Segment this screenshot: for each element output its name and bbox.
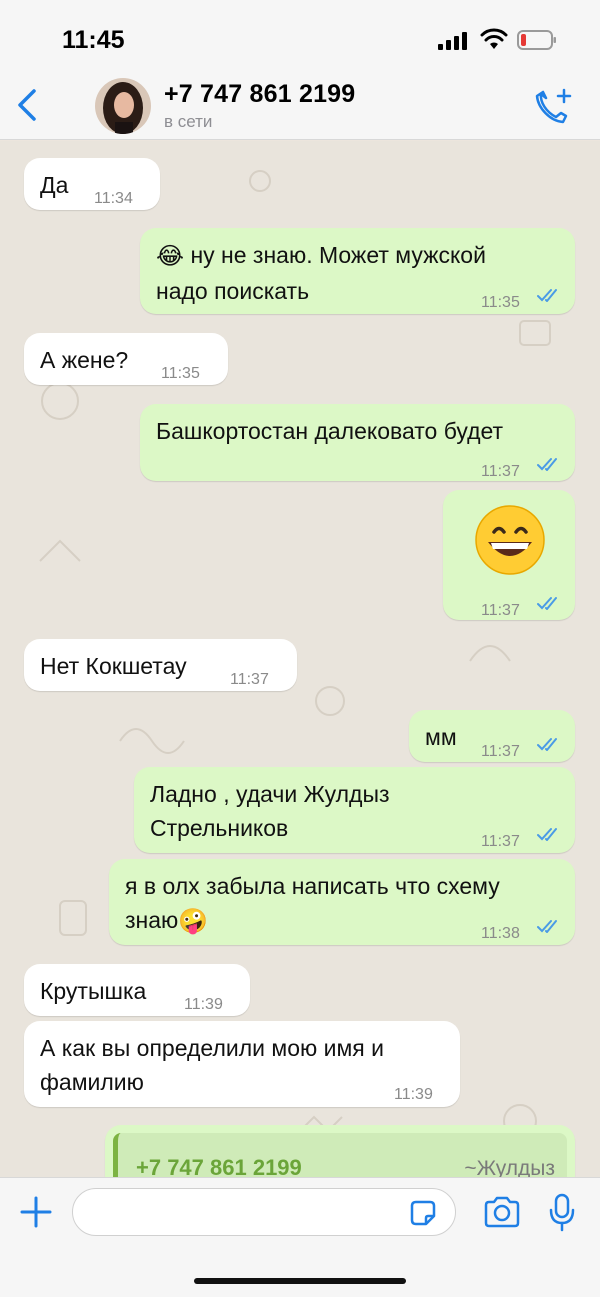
message-text: Башкортостан далековато будет xyxy=(156,418,504,444)
status-time: 11:45 xyxy=(62,26,125,54)
message-time: 11:37 xyxy=(230,671,269,688)
message-bubble[interactable]: мм 11:37 xyxy=(409,710,575,762)
chat-area: Да 11:34 😂 ну не знаю. Может мужской над… xyxy=(0,141,600,1177)
message-text: мм xyxy=(425,724,457,750)
message-time: 11:34 xyxy=(94,190,133,207)
message-time: 11:35 xyxy=(161,365,200,382)
camera-button[interactable] xyxy=(482,1194,522,1230)
input-bar xyxy=(0,1177,600,1297)
wifi-icon xyxy=(480,28,508,49)
message-bubble[interactable]: +7 747 861 2199 ~Жулдыз xyxy=(105,1125,575,1177)
message-bubble[interactable]: А как вы определили мою имя и фамилию 11… xyxy=(24,1021,460,1107)
read-check-icon xyxy=(537,738,557,751)
message-input[interactable] xyxy=(72,1188,456,1236)
status-bar: 11:45 xyxy=(0,0,600,72)
message-text-line2: знаю xyxy=(125,907,179,933)
message-bubble[interactable]: А жене? 11:35 xyxy=(24,333,228,385)
message-text: Нет Кокшетау xyxy=(40,653,187,679)
avatar-image xyxy=(95,78,151,134)
chat-header: +7 747 861 2199 в сети xyxy=(0,72,600,140)
message-time: 11:35 xyxy=(481,294,520,311)
message-text: Да xyxy=(40,172,69,198)
message-text: Ладно , удачи Жулдыз xyxy=(150,781,390,807)
message-text-line2: надо поискать xyxy=(156,277,310,304)
home-indicator[interactable] xyxy=(194,1278,406,1284)
message-bubble[interactable]: я в олх забыла написать что схему знаю🤪 … xyxy=(109,859,575,945)
message-time: 11:37 xyxy=(481,463,520,480)
read-check-icon xyxy=(537,289,557,302)
message-text: Крутышка xyxy=(40,978,147,1004)
message-bubble[interactable]: Крутышка 11:39 xyxy=(24,964,250,1016)
message-emoji: 😂 xyxy=(156,242,185,270)
message-time: 11:38 xyxy=(481,925,520,942)
message-bubble[interactable]: Ладно , удачи Жулдыз Стрельников 11:37 xyxy=(134,767,575,853)
message-time: 11:37 xyxy=(481,743,520,760)
back-button[interactable] xyxy=(10,82,44,128)
quoted-message[interactable]: +7 747 861 2199 ~Жулдыз xyxy=(113,1133,567,1177)
message-time: 11:37 xyxy=(481,833,520,850)
chevron-left-icon xyxy=(18,89,36,121)
read-check-icon xyxy=(537,458,557,471)
add-call-button[interactable] xyxy=(532,84,576,128)
read-check-icon xyxy=(537,597,557,610)
grinning-face-icon xyxy=(475,505,545,575)
message-bubble[interactable]: 😂 ну не знаю. Может мужской надо поискат… xyxy=(140,228,575,314)
message-time: 11:39 xyxy=(394,1086,433,1103)
sticker-icon[interactable] xyxy=(408,1198,438,1228)
attach-plus-button[interactable] xyxy=(18,1194,54,1230)
message-text-line2: фамилию xyxy=(40,1069,144,1095)
message-bubble[interactable]: Нет Кокшетау 11:37 xyxy=(24,639,297,691)
message-text: А жене? xyxy=(40,347,129,373)
quoted-sender-alias: ~Жулдыз xyxy=(464,1157,555,1177)
message-bubble[interactable]: Башкортостан далековато будет 11:37 xyxy=(140,404,575,481)
contact-status: в сети xyxy=(164,112,213,131)
contact-name[interactable]: +7 747 861 2199 xyxy=(164,80,355,109)
message-time: 11:37 xyxy=(481,602,520,619)
message-text: А как вы определили мою имя и xyxy=(40,1035,384,1061)
quoted-sender-number: +7 747 861 2199 xyxy=(136,1155,302,1177)
message-bubble[interactable]: Да 11:34 xyxy=(24,158,160,210)
battery-icon xyxy=(517,30,556,50)
message-text-line2: Стрельников xyxy=(150,815,289,841)
message-time: 11:39 xyxy=(184,996,223,1013)
avatar[interactable] xyxy=(95,78,151,134)
zany-face-icon: 🤪 xyxy=(178,907,209,935)
message-text: ну не знаю. Может мужской xyxy=(190,242,486,268)
microphone-button[interactable] xyxy=(548,1192,576,1232)
message-bubble[interactable]: 11:37 xyxy=(443,490,575,620)
read-check-icon xyxy=(537,828,557,841)
signal-icon xyxy=(438,32,467,50)
message-text: я в олх забыла написать что схему xyxy=(125,873,500,899)
read-check-icon xyxy=(537,920,557,933)
